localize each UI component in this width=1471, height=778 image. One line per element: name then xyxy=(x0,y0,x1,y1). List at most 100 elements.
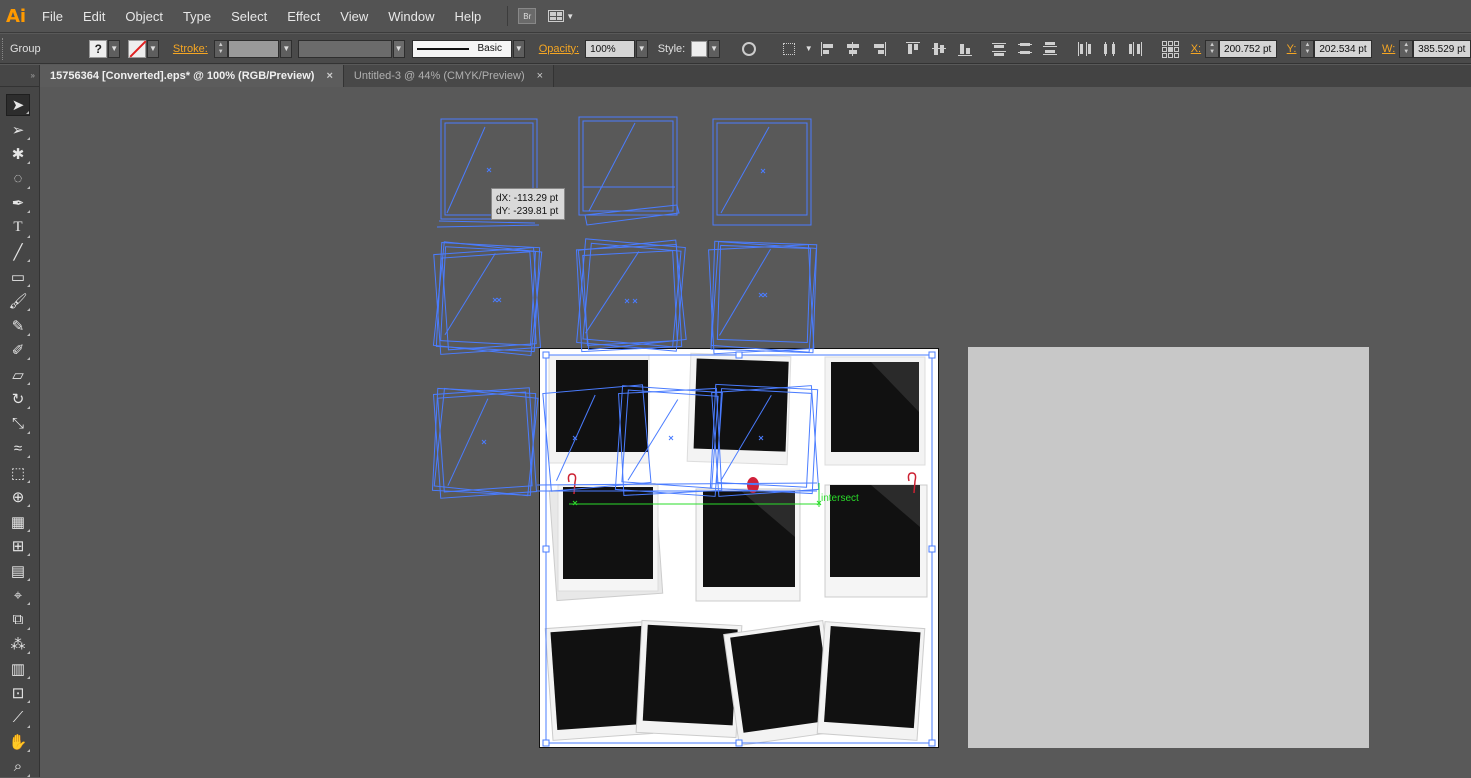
graphic-style-swatch[interactable] xyxy=(691,40,708,57)
panel-grip[interactable] xyxy=(2,37,6,60)
bbox-handle[interactable] xyxy=(542,739,550,747)
horizontal-align-right-icon[interactable] xyxy=(871,41,887,57)
menu-file[interactable]: File xyxy=(32,0,73,33)
rectangle-tool[interactable]: ▭ xyxy=(6,266,30,288)
artwork-layer[interactable] xyxy=(41,87,1471,777)
magic-wand-tool[interactable]: ✱ xyxy=(6,143,30,165)
bridge-button[interactable]: Br xyxy=(518,8,537,24)
mesh-tool[interactable]: ⊞ xyxy=(6,535,30,557)
y-stepper[interactable]: ▲ ▼ xyxy=(1300,39,1315,58)
close-icon[interactable]: × xyxy=(326,70,332,82)
vertical-distribute-bottom-icon[interactable] xyxy=(1042,41,1058,57)
stroke-dropdown[interactable]: ▼ xyxy=(147,39,159,58)
vertical-align-center-icon[interactable] xyxy=(931,41,947,57)
photo-frame[interactable] xyxy=(816,621,926,741)
opacity-field[interactable]: 100% xyxy=(585,39,635,58)
bbox-handle[interactable] xyxy=(928,545,936,553)
warp-tool[interactable]: ≈ xyxy=(6,437,30,459)
graphic-style-dropdown[interactable]: ▼ xyxy=(708,39,721,58)
x-stepper[interactable]: ▲ ▼ xyxy=(1205,39,1220,58)
free-transform-tool[interactable]: ⬚ xyxy=(6,462,30,484)
blob-brush-tool[interactable]: ✐ xyxy=(6,339,30,361)
blend-tool[interactable]: ⧉ xyxy=(6,609,30,631)
horizontal-distribute-right-icon[interactable] xyxy=(1128,41,1144,57)
menu-select[interactable]: Select xyxy=(221,0,277,33)
x-label[interactable]: X: xyxy=(1191,43,1201,55)
variable-width-profile[interactable] xyxy=(298,39,392,58)
tools-panel-header[interactable]: » xyxy=(0,65,39,87)
photo-frame[interactable] xyxy=(548,482,664,602)
bbox-handle[interactable] xyxy=(542,545,550,553)
vertical-align-top-icon[interactable] xyxy=(905,41,921,57)
vertical-distribute-center-icon[interactable] xyxy=(1017,41,1033,57)
opacity-label[interactable]: Opacity: xyxy=(539,43,579,55)
paintbrush-tool[interactable]: 🖌 xyxy=(6,290,30,312)
horizontal-align-left-icon[interactable] xyxy=(820,41,836,57)
bbox-handle[interactable] xyxy=(735,351,743,359)
vertical-align-bottom-icon[interactable] xyxy=(957,41,973,57)
zoom-tool[interactable]: ⌕ xyxy=(6,756,30,778)
menu-help[interactable]: Help xyxy=(444,0,491,33)
align-to-selection-icon[interactable] xyxy=(781,41,797,57)
menu-type[interactable]: Type xyxy=(173,0,221,33)
fill-swatch[interactable]: ? xyxy=(89,39,108,58)
shape-builder-tool[interactable]: ⊕ xyxy=(6,486,30,508)
direct-selection-tool[interactable]: ➢ xyxy=(6,119,30,141)
artboard-tool[interactable]: ⊡ xyxy=(6,682,30,704)
stroke-weight-dropdown[interactable]: ▼ xyxy=(280,39,293,58)
selection-tool[interactable]: ➤ xyxy=(6,94,30,116)
x-field[interactable]: 200.752 pt xyxy=(1219,39,1277,58)
rotate-tool[interactable]: ↻ xyxy=(6,388,30,410)
transform-reference-point-icon[interactable] xyxy=(1161,40,1180,58)
slice-tool[interactable]: ⟋ xyxy=(6,707,30,729)
w-stepper[interactable]: ▲ ▼ xyxy=(1399,39,1414,58)
close-icon[interactable]: × xyxy=(537,70,543,82)
opacity-dropdown[interactable]: ▼ xyxy=(635,39,648,58)
symbol-sprayer-tool[interactable]: ⁂ xyxy=(6,633,30,655)
photo-frame[interactable] xyxy=(548,354,650,464)
stroke-label[interactable]: Stroke: xyxy=(173,43,208,55)
bbox-handle[interactable] xyxy=(542,351,550,359)
eyedropper-tool[interactable]: ⌖ xyxy=(6,584,30,606)
hand-tool[interactable]: ✋ xyxy=(6,731,30,753)
w-label[interactable]: W: xyxy=(1382,43,1395,55)
horizontal-distribute-center-icon[interactable] xyxy=(1102,41,1118,57)
photo-frame[interactable] xyxy=(824,356,926,466)
horizontal-distribute-left-icon[interactable] xyxy=(1076,41,1092,57)
scale-tool[interactable]: ⤡ xyxy=(6,413,30,435)
type-tool[interactable]: T xyxy=(6,217,30,239)
photo-frames-artwork[interactable] xyxy=(544,352,928,746)
arrange-documents-button[interactable]: ▼ xyxy=(548,8,576,24)
fill-dropdown[interactable]: ▼ xyxy=(108,39,121,58)
stroke-weight-stepper[interactable]: ▲ ▼ xyxy=(213,39,228,58)
brush-definition[interactable]: Basic xyxy=(412,39,512,58)
variable-width-dropdown[interactable]: ▼ xyxy=(392,39,405,58)
align-to-dropdown[interactable]: ▼ xyxy=(803,40,815,58)
w-field[interactable]: 385.529 pt xyxy=(1413,39,1471,58)
lasso-tool[interactable]: ◌ xyxy=(6,168,30,190)
photo-frame[interactable] xyxy=(695,488,801,602)
menu-window[interactable]: Window xyxy=(378,0,444,33)
eraser-tool[interactable]: ▱ xyxy=(6,364,30,386)
pencil-tool[interactable]: ✎ xyxy=(6,315,30,337)
brush-dropdown[interactable]: ▼ xyxy=(512,39,525,58)
document-canvas[interactable]: dX: -113.29 pt dY: -239.81 pt intersect xyxy=(41,87,1471,777)
line-segment-tool[interactable]: ╱ xyxy=(6,241,30,263)
y-label[interactable]: Y: xyxy=(1287,43,1297,55)
column-graph-tool[interactable]: ▥ xyxy=(6,658,30,680)
tab-document-1[interactable]: 15756364 [Converted].eps* @ 100% (RGB/Pr… xyxy=(40,65,344,87)
stroke-weight-field[interactable] xyxy=(227,39,280,58)
menu-object[interactable]: Object xyxy=(115,0,173,33)
bbox-handle[interactable] xyxy=(735,739,743,747)
menu-edit[interactable]: Edit xyxy=(73,0,115,33)
pen-tool[interactable]: ✒ xyxy=(6,192,30,214)
menu-effect[interactable]: Effect xyxy=(277,0,330,33)
y-field[interactable]: 202.534 pt xyxy=(1314,39,1373,58)
menu-view[interactable]: View xyxy=(330,0,378,33)
perspective-grid-tool[interactable]: ▦ xyxy=(6,511,30,533)
bbox-handle[interactable] xyxy=(928,351,936,359)
vertical-distribute-top-icon[interactable] xyxy=(991,41,1007,57)
tab-document-2[interactable]: Untitled-3 @ 44% (CMYK/Preview) × xyxy=(343,65,555,87)
recolor-artwork-icon[interactable] xyxy=(742,41,756,56)
photo-frame[interactable] xyxy=(686,352,792,466)
